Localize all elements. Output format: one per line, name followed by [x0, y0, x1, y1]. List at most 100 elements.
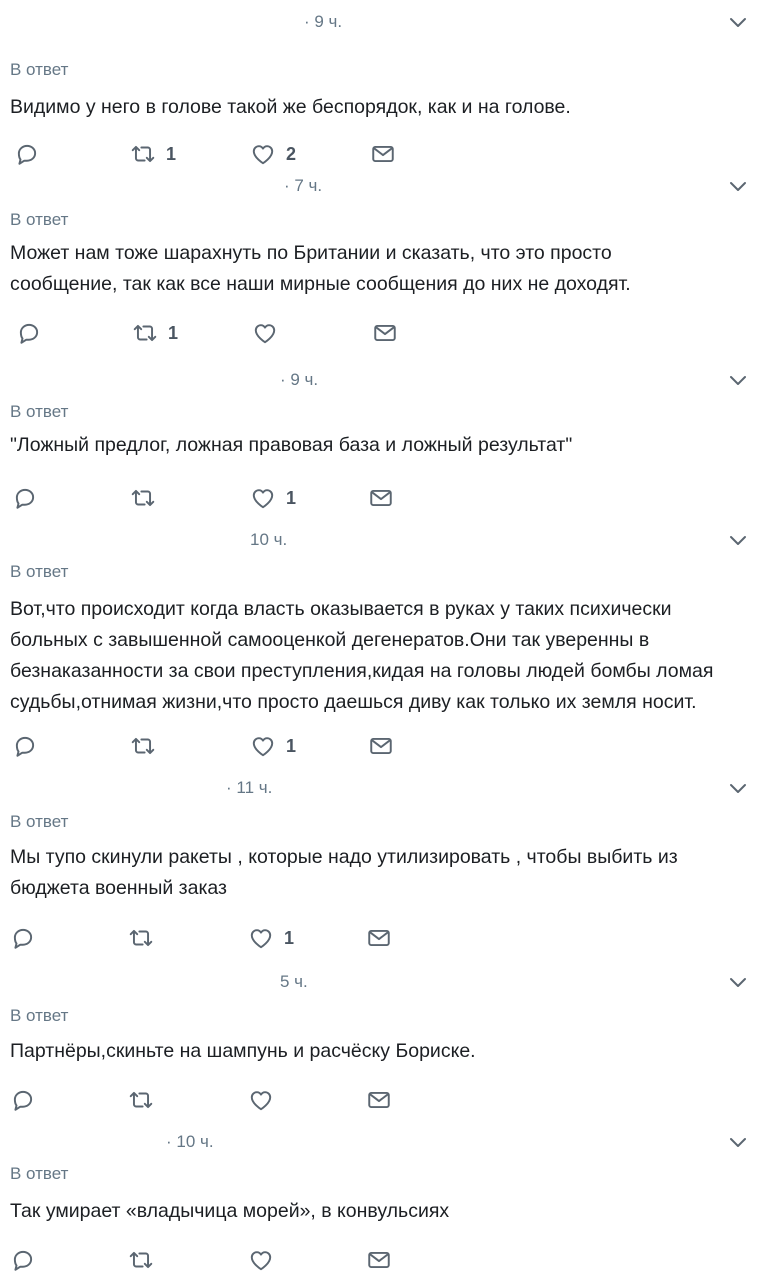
retweet-button[interactable]: 1: [132, 319, 178, 347]
heart-icon[interactable]: [248, 1087, 274, 1113]
like-count: 1: [286, 735, 297, 756]
like-button[interactable]: 1: [248, 924, 294, 952]
retweet-icon[interactable]: [128, 925, 154, 951]
reply-icon[interactable]: [10, 1087, 36, 1113]
retweet-icon[interactable]: [132, 320, 158, 346]
replying-to-label: В ответ: [10, 812, 69, 831]
tweet-actions: [0, 1246, 766, 1274]
reply-button[interactable]: [10, 1246, 36, 1274]
tweet-timestamp[interactable]: · 9 ч.: [304, 12, 342, 32]
tweet-text-line: "Ложный предлог, ложная правовая база и …: [10, 434, 573, 456]
tweet-text: Партнёры,скиньте на шампунь и расчёску Б…: [10, 1036, 730, 1067]
like-button[interactable]: [252, 319, 278, 347]
tweet-actions: [0, 1086, 766, 1114]
reply-icon[interactable]: [12, 485, 38, 511]
heart-icon[interactable]: [250, 485, 276, 511]
replying-to-label: В ответ: [10, 562, 69, 581]
message-button[interactable]: [368, 484, 394, 512]
message-button[interactable]: [366, 924, 392, 952]
message-button[interactable]: [370, 140, 396, 168]
replying-to-label: В ответ: [10, 60, 69, 79]
envelope-icon[interactable]: [366, 925, 392, 951]
tweet-timestamp[interactable]: 10 ч.: [250, 530, 287, 550]
message-button[interactable]: [366, 1246, 392, 1274]
tweet-text-line: судьбы,отнимая жизни,что просто даешься …: [10, 691, 697, 713]
envelope-icon[interactable]: [368, 485, 394, 511]
chevron-down-icon[interactable]: [726, 368, 750, 392]
tweet-actions: 1: [0, 924, 766, 952]
envelope-icon[interactable]: [368, 733, 394, 759]
tweet-text: Видимо у него в голове такой же беспоряд…: [10, 92, 730, 123]
retweet-button[interactable]: 1: [130, 140, 176, 168]
like-count: 1: [286, 487, 297, 508]
chevron-down-icon[interactable]: [726, 10, 750, 34]
like-button[interactable]: [248, 1246, 274, 1274]
tweet-timestamp[interactable]: · 7 ч.: [284, 176, 322, 196]
reply-button[interactable]: [12, 732, 38, 760]
envelope-icon[interactable]: [372, 320, 398, 346]
replying-to-label: В ответ: [10, 402, 69, 421]
envelope-icon[interactable]: [366, 1087, 392, 1113]
tweet-text-line: Так умирает «владычица морей», в конвуль…: [10, 1200, 450, 1222]
retweet-button[interactable]: [130, 484, 156, 512]
retweet-count: 1: [168, 322, 179, 343]
retweet-button[interactable]: [128, 1246, 154, 1274]
like-count: 2: [286, 143, 297, 164]
reply-icon[interactable]: [10, 925, 36, 951]
tweet-timestamp[interactable]: 5 ч.: [280, 972, 308, 992]
retweet-button[interactable]: [128, 924, 154, 952]
reply-button[interactable]: [10, 1086, 36, 1114]
tweet-actions: 1: [0, 319, 766, 347]
tweet-text-line: Партнёры,скиньте на шампунь и расчёску Б…: [10, 1040, 476, 1062]
heart-icon[interactable]: [252, 320, 278, 346]
retweet-button[interactable]: [130, 732, 156, 760]
reply-button[interactable]: [12, 484, 38, 512]
tweet-text: "Ложный предлог, ложная правовая база и …: [10, 430, 730, 461]
tweet-timestamp[interactable]: · 9 ч.: [280, 370, 318, 390]
reply-button[interactable]: [16, 319, 42, 347]
tweet-text-line: бюджета военный заказ: [10, 877, 227, 899]
tweet-text: Так умирает «владычица морей», в конвуль…: [10, 1196, 730, 1227]
tweet-text: Вот,что происходит когда власть оказывае…: [10, 594, 730, 718]
message-button[interactable]: [366, 1086, 392, 1114]
chevron-down-icon[interactable]: [726, 528, 750, 552]
like-button[interactable]: [248, 1086, 274, 1114]
reply-icon[interactable]: [12, 733, 38, 759]
reply-icon[interactable]: [16, 320, 42, 346]
retweet-icon[interactable]: [130, 733, 156, 759]
message-button[interactable]: [372, 319, 398, 347]
reply-icon[interactable]: [14, 141, 40, 167]
retweet-icon[interactable]: [130, 485, 156, 511]
chevron-down-icon[interactable]: [726, 970, 750, 994]
heart-icon[interactable]: [250, 141, 276, 167]
envelope-icon[interactable]: [366, 1247, 392, 1273]
tweet-timestamp[interactable]: · 10 ч.: [166, 1132, 214, 1152]
retweet-icon[interactable]: [128, 1087, 154, 1113]
tweet-actions: 12: [0, 140, 766, 168]
tweet-text-line: Видимо у него в голове такой же беспоряд…: [10, 96, 571, 118]
tweet-text: Мы тупо скинули ракеты , которые надо ут…: [10, 842, 730, 904]
tweet-text-line: больных с завышенной самооценкой дегенер…: [10, 629, 650, 651]
envelope-icon[interactable]: [370, 141, 396, 167]
tweet-text: Может нам тоже шарахнуть по Британии и с…: [10, 238, 730, 300]
chevron-down-icon[interactable]: [726, 1130, 750, 1154]
replying-to-label: В ответ: [10, 210, 69, 229]
like-button[interactable]: 1: [250, 484, 296, 512]
message-button[interactable]: [368, 732, 394, 760]
reply-icon[interactable]: [10, 1247, 36, 1273]
chevron-down-icon[interactable]: [726, 776, 750, 800]
chevron-down-icon[interactable]: [726, 174, 750, 198]
heart-icon[interactable]: [248, 1247, 274, 1273]
tweet-actions: 1: [0, 484, 766, 512]
heart-icon[interactable]: [248, 925, 274, 951]
retweet-icon[interactable]: [130, 141, 156, 167]
retweet-button[interactable]: [128, 1086, 154, 1114]
tweet-text-line: сообщение, так как все наши мирные сообщ…: [10, 273, 631, 295]
like-button[interactable]: 2: [250, 140, 296, 168]
like-button[interactable]: 1: [250, 732, 296, 760]
reply-button[interactable]: [10, 924, 36, 952]
reply-button[interactable]: [14, 140, 40, 168]
heart-icon[interactable]: [250, 733, 276, 759]
retweet-icon[interactable]: [128, 1247, 154, 1273]
tweet-timestamp[interactable]: · 11 ч.: [226, 778, 272, 798]
